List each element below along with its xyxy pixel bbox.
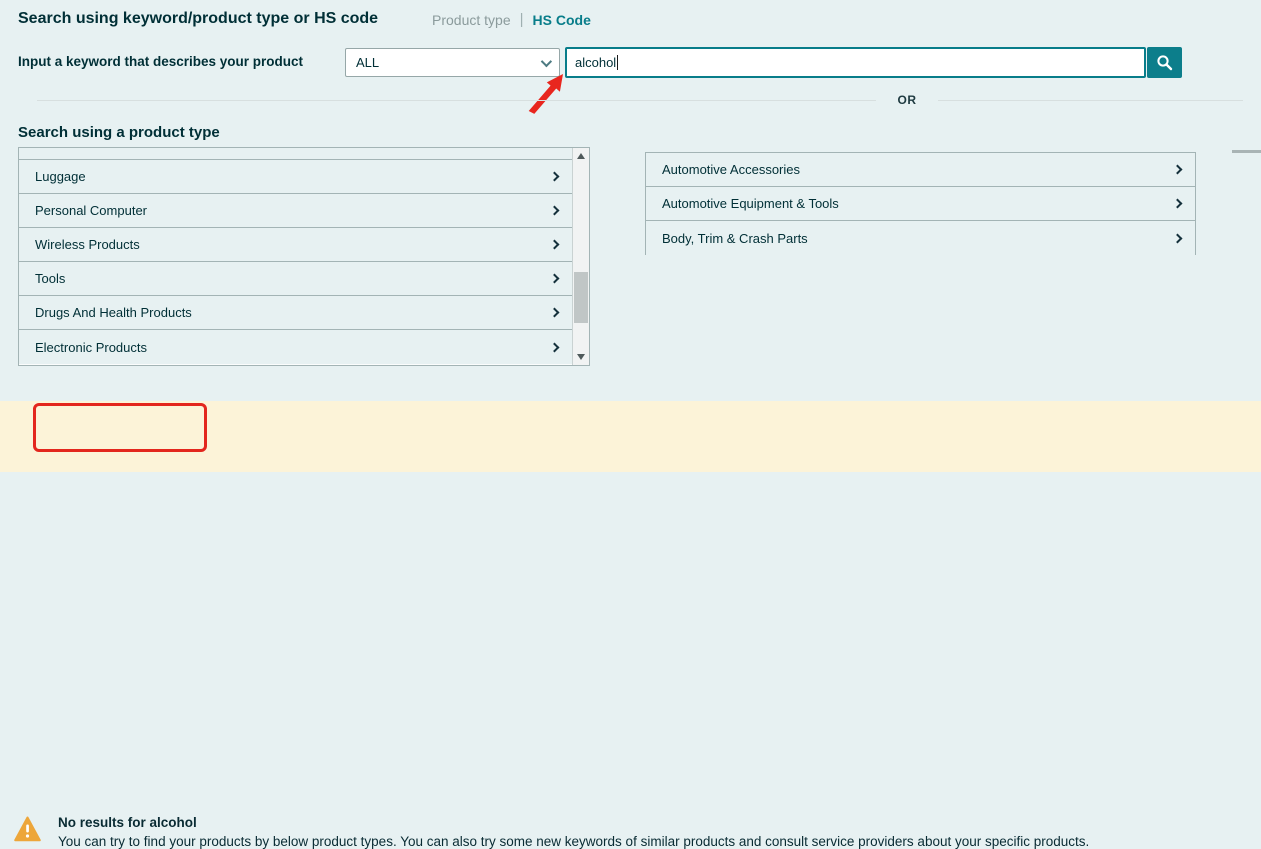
or-label: OR bbox=[876, 93, 938, 107]
chevron-right-icon bbox=[1173, 233, 1183, 243]
product-type-item[interactable]: Electronic Products bbox=[19, 330, 572, 364]
product-type-item-label: Automotive Accessories bbox=[662, 162, 800, 177]
product-type-item-label: Electronic Products bbox=[35, 340, 147, 355]
banner-description: You can try to find your products by bel… bbox=[58, 834, 1089, 849]
chevron-right-icon bbox=[550, 308, 560, 318]
tab-separator: | bbox=[520, 11, 524, 28]
tab-product-type[interactable]: Product type bbox=[432, 12, 511, 28]
product-type-item-label: Automotive Equipment & Tools bbox=[662, 196, 839, 211]
banner-title: No results for alcohol bbox=[58, 815, 197, 830]
product-type-item-label: Lawn And Garden bbox=[35, 148, 139, 150]
product-type-heading: Search using a product type bbox=[18, 124, 220, 141]
keyword-input[interactable]: alcohol bbox=[565, 47, 1146, 78]
category-select-value: ALL bbox=[356, 55, 379, 70]
or-divider-line bbox=[37, 100, 1243, 101]
red-arrow-annotation bbox=[520, 66, 568, 116]
chevron-right-icon bbox=[550, 342, 560, 352]
product-type-item-label: Wireless Products bbox=[35, 237, 140, 252]
chevron-right-icon bbox=[550, 240, 560, 250]
product-type-item-label: Personal Computer bbox=[35, 203, 147, 218]
list-scroll-viewport: Lawn And Garden Luggage Personal Compute… bbox=[19, 148, 572, 365]
chevron-right-icon bbox=[550, 274, 560, 284]
scroll-up-button[interactable] bbox=[573, 148, 589, 164]
product-type-item-label: Drugs And Health Products bbox=[35, 305, 192, 320]
triangle-down-icon bbox=[577, 354, 585, 360]
product-type-item[interactable]: Personal Computer bbox=[19, 194, 572, 228]
product-type-list-right: Automotive Accessories Automotive Equipm… bbox=[645, 152, 1196, 255]
keyword-label: Input a keyword that describes your prod… bbox=[18, 54, 303, 69]
product-type-list-left: Lawn And Garden Luggage Personal Compute… bbox=[18, 147, 590, 366]
red-highlight-box bbox=[33, 403, 207, 452]
vertical-scrollbar[interactable] bbox=[572, 148, 589, 365]
chevron-right-icon bbox=[550, 206, 560, 216]
keyword-input-value: alcohol bbox=[575, 55, 616, 70]
triangle-up-icon bbox=[577, 153, 585, 159]
product-type-item-label: Tools bbox=[35, 271, 65, 286]
chevron-right-icon bbox=[1173, 199, 1183, 209]
page-title: Search using keyword/product type or HS … bbox=[18, 10, 378, 28]
product-type-item[interactable]: Drugs And Health Products bbox=[19, 296, 572, 330]
product-type-item-label: Body, Trim & Crash Parts bbox=[662, 231, 808, 246]
search-button[interactable] bbox=[1147, 47, 1182, 78]
search-mode-tabs: Product type | HS Code bbox=[432, 11, 591, 28]
warning-triangle-icon bbox=[14, 816, 41, 842]
clipped-edge-element bbox=[1232, 150, 1261, 153]
scroll-down-button[interactable] bbox=[573, 349, 589, 365]
scrollbar-thumb[interactable] bbox=[574, 272, 588, 323]
chevron-right-icon bbox=[550, 172, 560, 182]
product-type-item-label: Luggage bbox=[35, 169, 86, 184]
text-caret bbox=[617, 55, 618, 70]
product-type-item[interactable]: Tools bbox=[19, 262, 572, 296]
tab-hs-code[interactable]: HS Code bbox=[533, 12, 591, 28]
chevron-right-icon bbox=[1173, 165, 1183, 175]
product-type-item[interactable]: Luggage bbox=[19, 160, 572, 194]
magnifier-icon bbox=[1156, 54, 1173, 71]
product-type-item[interactable]: Lawn And Garden bbox=[19, 148, 572, 160]
product-type-item[interactable]: Body, Trim & Crash Parts bbox=[646, 221, 1195, 255]
product-type-item[interactable]: Wireless Products bbox=[19, 228, 572, 262]
product-type-item[interactable]: Automotive Equipment & Tools bbox=[646, 187, 1195, 221]
product-type-item[interactable]: Automotive Accessories bbox=[646, 153, 1195, 187]
